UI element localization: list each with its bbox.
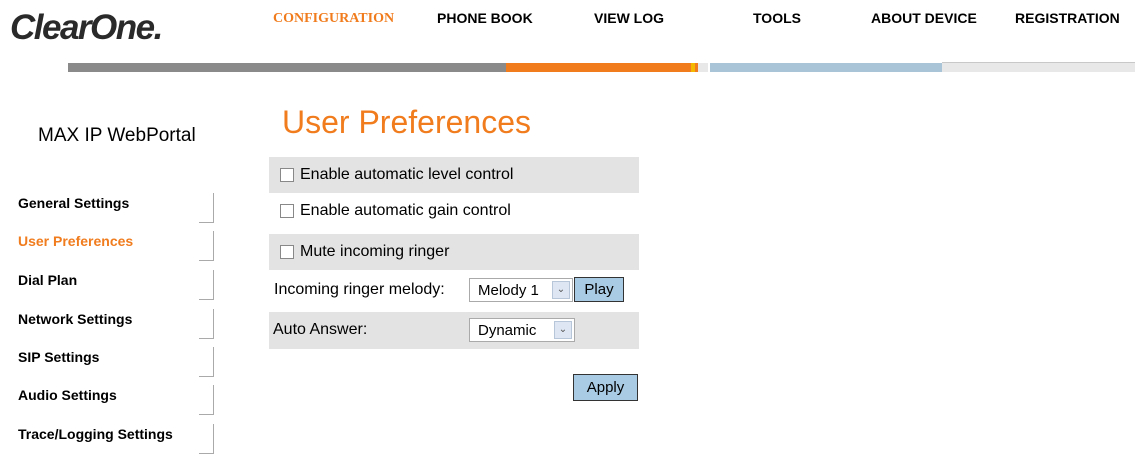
nav-about-device[interactable]: ABOUT DEVICE bbox=[871, 10, 977, 30]
mute-ringer-checkbox[interactable] bbox=[280, 245, 294, 259]
option-row-level-control: Enable automatic level control bbox=[269, 157, 639, 193]
nav-tools[interactable]: TOOLS bbox=[753, 10, 801, 30]
auto-answer-label: Auto Answer: bbox=[273, 321, 368, 338]
bar-blue-segment bbox=[710, 63, 942, 72]
auto-answer-row: Auto Answer: Dynamic ⌄ bbox=[269, 312, 639, 349]
ringer-melody-label: Incoming ringer melody: bbox=[274, 281, 445, 298]
ringer-melody-select[interactable]: Melody 1 ⌄ bbox=[469, 278, 573, 302]
bar-orange-segment bbox=[506, 63, 691, 72]
auto-answer-value: Dynamic bbox=[478, 322, 537, 339]
sidebar-item-label: Network Settings bbox=[18, 311, 133, 327]
play-button[interactable]: Play bbox=[574, 277, 624, 302]
bar-light-segment bbox=[698, 63, 708, 72]
auto-answer-select[interactable]: Dynamic ⌄ bbox=[469, 318, 575, 342]
level-control-checkbox[interactable] bbox=[280, 168, 294, 182]
sidebar-item-label: Audio Settings bbox=[18, 387, 117, 403]
option-row-mute-ringer: Mute incoming ringer bbox=[269, 234, 639, 270]
nav-phone-book[interactable]: PHONE BOOK bbox=[437, 10, 533, 30]
bar-gray-segment bbox=[68, 63, 506, 72]
sidebar-item-label: Dial Plan bbox=[18, 272, 78, 288]
sidebar-item-user-preferences[interactable]: User Preferences bbox=[18, 231, 214, 261]
sidebar-item-audio-settings[interactable]: Audio Settings bbox=[18, 385, 214, 415]
nav-view-log[interactable]: VIEW LOG bbox=[594, 10, 664, 30]
bar-light-segment-2 bbox=[942, 63, 1135, 72]
mute-ringer-label: Mute incoming ringer bbox=[300, 243, 450, 260]
clearone-logo: ClearOne. bbox=[10, 8, 163, 47]
nav-configuration[interactable]: CONFIGURATION bbox=[273, 11, 394, 31]
bar-top-line bbox=[942, 62, 1135, 63]
sidebar-item-general-settings[interactable]: General Settings bbox=[18, 193, 214, 223]
sidebar-item-label: User Preferences bbox=[18, 233, 134, 249]
gain-control-label: Enable automatic gain control bbox=[300, 202, 511, 219]
gain-control-checkbox[interactable] bbox=[280, 204, 294, 218]
ringer-melody-value: Melody 1 bbox=[478, 282, 539, 299]
sidebar-item-trace-logging-settings[interactable]: Trace/Logging Settings bbox=[18, 424, 214, 454]
nav-registration[interactable]: REGISTRATION bbox=[1015, 10, 1120, 30]
option-row-gain-control: Enable automatic gain control bbox=[269, 193, 639, 233]
ringer-melody-row: Incoming ringer melody: Melody 1 ⌄ Play bbox=[269, 270, 639, 312]
apply-button[interactable]: Apply bbox=[573, 374, 638, 401]
chevron-down-icon: ⌄ bbox=[554, 321, 572, 339]
sidebar-item-label: SIP Settings bbox=[18, 349, 100, 365]
sidebar-item-dial-plan[interactable]: Dial Plan bbox=[18, 270, 214, 300]
sidebar-item-label: Trace/Logging Settings bbox=[18, 426, 173, 442]
portal-title: MAX IP WebPortal bbox=[38, 125, 196, 146]
page-title: User Preferences bbox=[282, 104, 531, 140]
sidebar-item-label: General Settings bbox=[18, 195, 130, 211]
level-control-label: Enable automatic level control bbox=[300, 166, 514, 183]
chevron-down-icon: ⌄ bbox=[552, 281, 570, 299]
sidebar-item-network-settings[interactable]: Network Settings bbox=[18, 309, 214, 339]
sidebar-item-sip-settings[interactable]: SIP Settings bbox=[18, 347, 214, 377]
